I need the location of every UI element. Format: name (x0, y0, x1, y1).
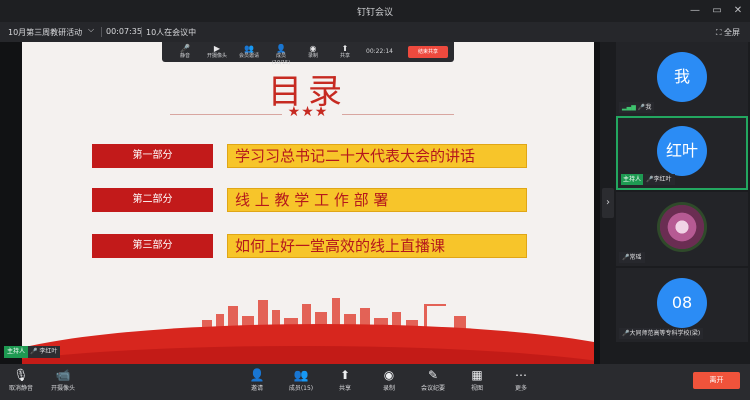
more-label: 更多 (514, 385, 527, 392)
more-button[interactable]: ⋯ 更多 (502, 368, 540, 392)
part-label: 第一部分 (92, 144, 213, 168)
invite-icon: 👤 (249, 368, 265, 382)
participant-label: 主持人 🎤李红叶 (621, 174, 675, 185)
view-icon: ▦ (471, 368, 483, 382)
meeting-window: 钉钉会议 — ▭ ✕ 10月第三周教研活动 ⌵ 00:07:35 10人在会议中… (0, 0, 750, 400)
participant-tile[interactable]: 我 ▂▄▆ 🎤我 (616, 42, 748, 116)
attendance-count: 10人在会议中 (146, 28, 197, 37)
participant-tile-active[interactable]: 红叶 主持人 🎤李红叶 (616, 116, 748, 190)
meeting-name[interactable]: 10月第三周教研活动 (8, 27, 82, 38)
slide: 目录 ★★★ 第一部分 学习习总书记二十大代表大会的讲话 第二部分 线 上 教 … (22, 42, 594, 364)
participant-label: 🎤大同师范高等专科学校(梁) (619, 328, 704, 339)
presenter-badge: 主持人 🎤 李红叶 (4, 346, 61, 358)
invite-button[interactable]: 👤 邀请 (238, 368, 276, 392)
mini-invite-label: 会员邀请 (238, 53, 259, 59)
avatar: 红叶 (657, 126, 707, 176)
share-control-bar: 🎤 静音 ▶ 开摄像头 👥 会员邀请 👤 成员(10/15) ◉ 录制 ⬆ 共享… (162, 42, 454, 66)
mini-mic-label: 静音 (179, 53, 190, 59)
divider (101, 27, 102, 37)
unmute-label: 取消静音 (8, 385, 33, 392)
camera-icon: 📹 (55, 368, 71, 382)
leave-button[interactable]: 离开 (693, 372, 740, 389)
collapse-panel-button[interactable]: › (602, 188, 614, 218)
mini-camera-label: 开摄像头 (206, 53, 227, 59)
invite-label: 邀请 (250, 385, 263, 392)
unmute-button[interactable]: 🎙 取消静音 (2, 368, 40, 392)
members-label: 成员(15) (288, 385, 314, 392)
participant-name: 🎤大同师范高等专科学校(梁) (619, 328, 704, 339)
stars-icon: ★★★ (287, 104, 329, 120)
minimize-icon[interactable]: — (688, 4, 702, 18)
stop-share-button[interactable]: 结束共享 (408, 46, 448, 58)
camera-button[interactable]: 📹 开摄像头 (44, 368, 82, 392)
restore-icon[interactable]: ▭ (710, 4, 724, 18)
minutes-icon: ✎ (427, 368, 439, 382)
mini-participants-button[interactable]: 👤 成员(10/15) (268, 44, 294, 67)
camera-icon: ▶ (213, 44, 221, 53)
view-label: 视图 (470, 385, 483, 392)
participant-label: 🎤常瑶 (619, 252, 645, 263)
share-icon: ⬆ (339, 368, 351, 382)
host-tag: 主持人 (4, 346, 29, 358)
title-bar: 钉钉会议 — ▭ ✕ (0, 0, 750, 22)
members-icon: 👥 (244, 44, 254, 53)
view-button[interactable]: ▦ 视图 (458, 368, 496, 392)
record-icon: ◉ (383, 368, 395, 382)
avatar: 08 (657, 278, 707, 328)
mini-camera-button[interactable]: ▶ 开摄像头 (204, 44, 230, 60)
window-title: 钉钉会议 (356, 8, 393, 18)
host-tag: 主持人 (621, 174, 644, 185)
mini-participants-label: 成员(10/15) (271, 53, 291, 66)
members-button[interactable]: 👥 成员(15) (282, 368, 320, 392)
record-button[interactable]: ◉ 录制 (370, 368, 408, 392)
mini-record-label: 录制 (307, 53, 318, 59)
fullscreen-icon: ⛶ (715, 28, 722, 37)
chevron-right-icon: › (606, 197, 610, 208)
avatar: 我 (657, 52, 707, 102)
fullscreen-button[interactable]: ⛶ 全屏 (716, 27, 740, 38)
part-title: 如何上好一堂高效的线上直播课 (227, 234, 527, 258)
share-timer: 00:22:14 (366, 48, 393, 55)
participant-name: 🎤常瑶 (619, 252, 645, 263)
share-button[interactable]: ⬆ 共享 (326, 368, 364, 392)
mini-invite-button[interactable]: 👥 会员邀请 (236, 44, 262, 60)
close-icon[interactable]: ✕ (731, 4, 745, 18)
participant-tile[interactable]: 08 🎤大同师范高等专科学校(梁) (616, 268, 748, 342)
fullscreen-label: 全屏 (724, 28, 740, 37)
record-label: 录制 (382, 385, 395, 392)
mini-share-label: 共享 (339, 53, 350, 59)
mic-icon: 🎤 (180, 44, 190, 53)
participants-icon: 👤 (276, 44, 286, 53)
mini-share-button[interactable]: ⬆ 共享 (332, 44, 358, 60)
participant-name: 🎤李红叶 (643, 174, 675, 185)
part-title: 线 上 教 学 工 作 部 署 (227, 188, 527, 212)
participant-name: ▂▄▆ 🎤我 (619, 102, 655, 113)
mini-record-button[interactable]: ◉ 录制 (300, 44, 326, 60)
minutes-label: 会议纪要 (420, 385, 445, 392)
meeting-info-bar: 10月第三周教研活动 ⌵ 00:07:35 10人在会议中 ⛶ 全屏 (0, 22, 750, 42)
divider (141, 27, 142, 37)
shared-screen: 目录 ★★★ 第一部分 学习习总书记二十大代表大会的讲话 第二部分 线 上 教 … (0, 42, 600, 364)
more-icon: ⋯ (515, 368, 527, 382)
mini-mic-button[interactable]: 🎤 静音 (172, 44, 198, 60)
share-label: 共享 (338, 385, 351, 392)
part-label: 第三部分 (92, 234, 213, 258)
meeting-timer: 00:07:35 (106, 27, 142, 36)
participant-label: ▂▄▆ 🎤我 (619, 102, 655, 113)
members-icon: 👥 (293, 368, 309, 382)
share-icon: ⬆ (341, 44, 349, 53)
part-title: 学习习总书记二十大代表大会的讲话 (227, 144, 527, 168)
participant-tile[interactable]: 🎤常瑶 (616, 192, 748, 266)
part-label: 第二部分 (92, 188, 213, 212)
camera-label: 开摄像头 (50, 385, 75, 392)
avatar-photo (657, 202, 707, 252)
meeting-toolbar: 🎙 取消静音 📹 开摄像头 👤 邀请 👥 成员(15) ⬆ 共享 ◉ 录制 ✎ … (0, 364, 750, 400)
minutes-button[interactable]: ✎ 会议纪要 (414, 368, 452, 392)
signal-icon: ▂▄▆ (622, 104, 636, 111)
mic-icon: 🎙 (13, 368, 29, 382)
presenter-name: 🎤 李红叶 (28, 346, 61, 358)
chevron-down-icon[interactable]: ⌵ (88, 25, 94, 35)
record-icon: ◉ (309, 44, 317, 53)
